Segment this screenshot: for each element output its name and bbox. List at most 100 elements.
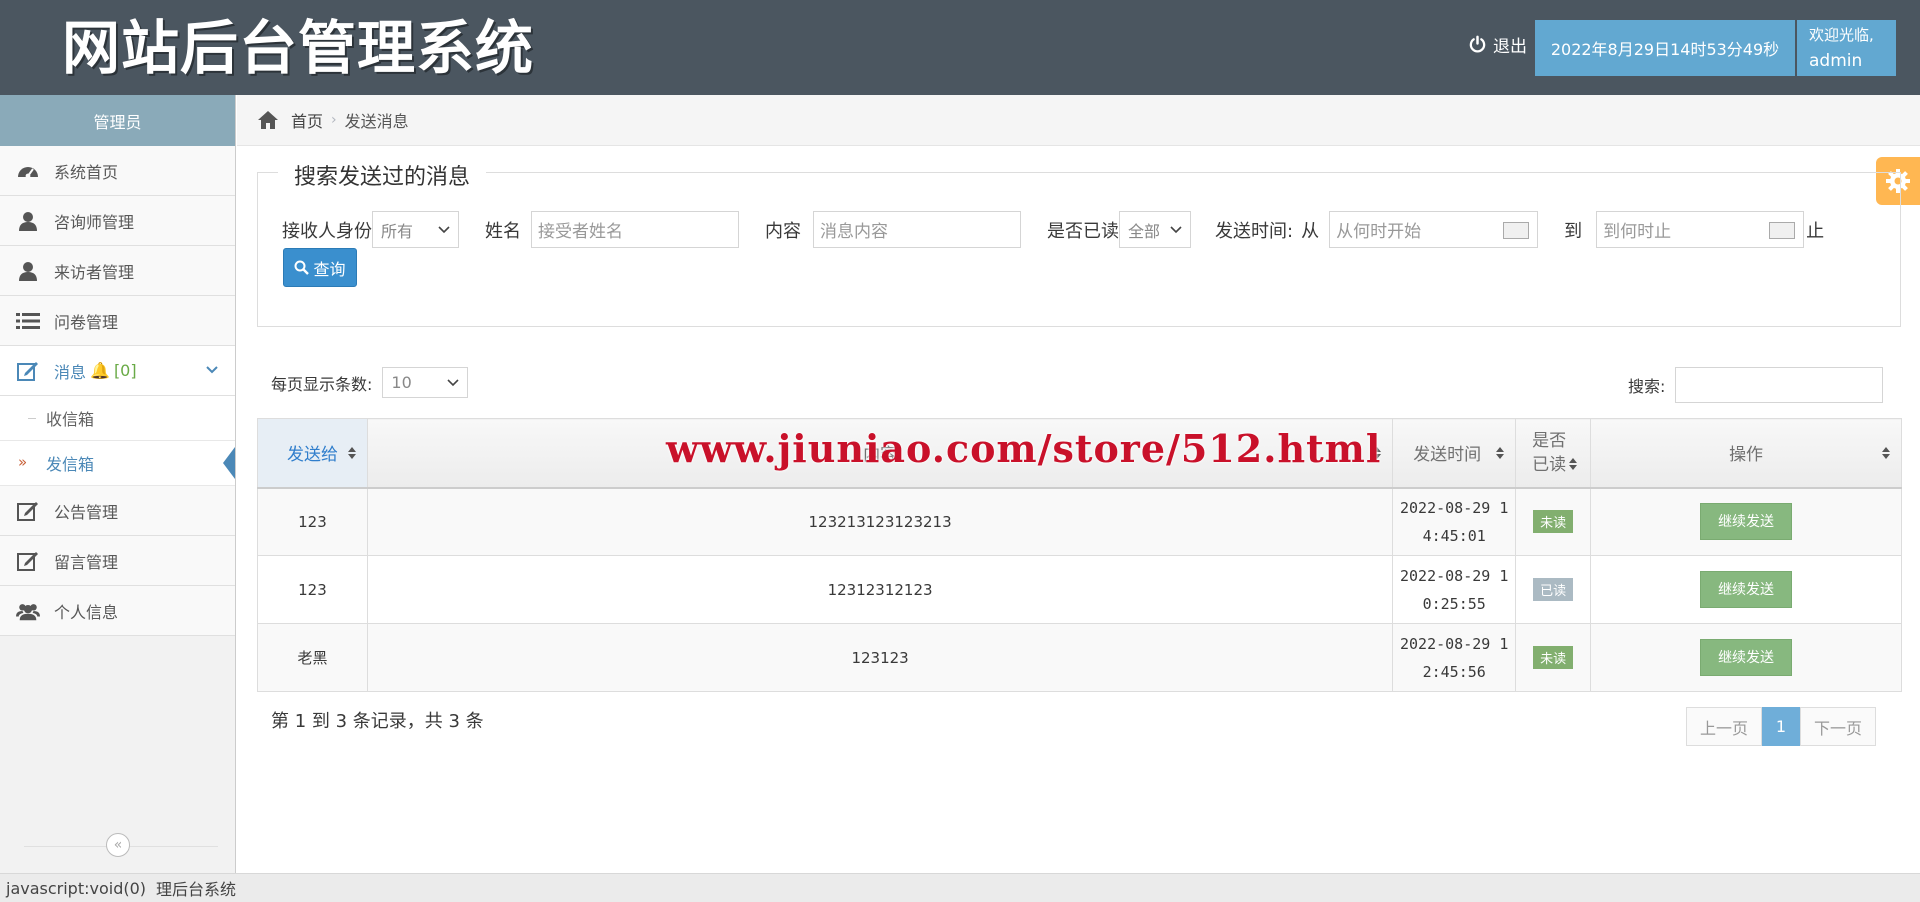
- resend-button[interactable]: 继续发送: [1700, 639, 1793, 676]
- sidebar-item-surveys[interactable]: 问卷管理: [0, 296, 235, 346]
- sort-icon: [347, 447, 356, 459]
- start-date-input[interactable]: 从何时开始: [1329, 211, 1539, 248]
- table-header-row: 发送给 内容 发送时间 是否已读 操作: [257, 418, 1902, 489]
- table-row: 老黑 123123 2022-08-29 1 2:45:56 未读 继续发送: [257, 623, 1902, 692]
- role-select-value: 所有: [381, 221, 414, 241]
- cell-send-time: 2022-08-29 1 2:45:56: [1392, 623, 1517, 692]
- table-row: 123 123213123123213 2022-08-29 1 4:45:01 …: [257, 487, 1902, 556]
- search-panel-title: 搜索发送过的消息: [278, 159, 487, 191]
- table-search-input[interactable]: [1675, 367, 1884, 403]
- cell-content: 123123: [366, 623, 1394, 692]
- time-part: 4:45:01: [1422, 526, 1486, 545]
- logout-button[interactable]: 退出: [1468, 32, 1527, 57]
- logout-label: 退出: [1493, 37, 1527, 57]
- sidebar-item-label: 来访者管理: [54, 262, 135, 282]
- records-summary: 第 1 到 3 条记录，共 3 条: [271, 711, 484, 732]
- sidebar-item-messages[interactable]: 消息 🔔 [0]: [0, 346, 235, 396]
- sidebar-item-dashboard[interactable]: 系统首页: [0, 146, 235, 196]
- time-part: 2022-08-29 1: [1400, 566, 1509, 585]
- sidebar-subitem-inbox[interactable]: 收信箱: [0, 396, 235, 441]
- page-size-value: 10: [391, 373, 412, 392]
- status-link: javascript:void(0): [6, 878, 147, 898]
- sidebar-item-visitors[interactable]: 来访者管理: [0, 246, 235, 296]
- cell-recipient: 123: [257, 555, 368, 624]
- resend-button[interactable]: 继续发送: [1700, 571, 1793, 608]
- name-label: 姓名: [485, 220, 521, 242]
- read-status-label: 是否已读: [1047, 220, 1119, 242]
- sidebar-subitem-outbox[interactable]: » 发信箱: [0, 441, 235, 486]
- app-title: 网站后台管理系统: [62, 14, 535, 82]
- start-date-placeholder: 从何时开始: [1336, 222, 1422, 242]
- active-indicator: [223, 447, 235, 479]
- column-header-content[interactable]: 内容: [366, 418, 1394, 489]
- sidebar: 管理员 系统首页 咨询师管理 来访者管理 问卷管理 消息 🔔 [0] 收信箱 »…: [0, 95, 236, 873]
- breadcrumb: 首页 › 发送消息: [237, 95, 1920, 146]
- calendar-icon[interactable]: [1769, 222, 1796, 239]
- sidebar-subitem-label: 收信箱: [46, 410, 95, 429]
- sidebar-item-counselors[interactable]: 咨询师管理: [0, 196, 235, 246]
- role-select[interactable]: 所有: [372, 211, 459, 248]
- user-icon: [16, 211, 40, 231]
- column-header-actions[interactable]: 操作: [1590, 418, 1902, 489]
- cell-read-status: 未读: [1515, 623, 1592, 692]
- cell-recipient: 123: [257, 487, 368, 556]
- time-part: 0:25:55: [1422, 594, 1486, 613]
- resend-button[interactable]: 继续发送: [1700, 503, 1793, 541]
- current-datetime: 2022年8月29日14时53分49秒: [1535, 20, 1795, 76]
- content-input[interactable]: 消息内容: [813, 211, 1021, 248]
- column-header-send-time[interactable]: 发送时间: [1392, 418, 1517, 489]
- user-icon: [16, 261, 40, 281]
- sidebar-item-guestbook[interactable]: 留言管理: [0, 536, 235, 586]
- sort-icon: [1569, 458, 1578, 470]
- edit-icon: [16, 361, 40, 381]
- user-menu[interactable]: 欢迎光临, admin: [1797, 20, 1896, 76]
- cell-actions: 继续发送: [1590, 555, 1902, 624]
- page-1-button[interactable]: 1: [1762, 707, 1800, 746]
- sidebar-item-label: 公告管理: [54, 502, 119, 522]
- end-date-input[interactable]: 到何时止: [1596, 211, 1805, 248]
- edit-icon: [16, 551, 40, 571]
- chevron-down-icon: [206, 366, 218, 374]
- collapse-sidebar-button[interactable]: «: [106, 833, 130, 857]
- cell-read-status: 已读: [1515, 555, 1592, 624]
- column-header-read-status[interactable]: 是否已读: [1515, 418, 1592, 489]
- prev-page-button[interactable]: 上一页: [1686, 707, 1762, 746]
- cell-actions: 继续发送: [1590, 623, 1902, 692]
- name-input[interactable]: 接受者姓名: [531, 211, 739, 248]
- sort-icon: [1373, 447, 1382, 459]
- status-badge: 已读: [1533, 578, 1574, 601]
- chevron-down-icon: [438, 225, 450, 233]
- message-count-badge: [0]: [113, 361, 137, 380]
- page-size-select[interactable]: 10: [382, 367, 469, 398]
- column-header-label: 发送时间: [1413, 445, 1482, 466]
- sidebar-item-label: 咨询师管理: [54, 212, 135, 232]
- welcome-text: 欢迎光临,: [1809, 26, 1874, 44]
- messages-table: 发送给 内容 发送时间 是否已读 操作 123 123213123123213 …: [257, 418, 1902, 692]
- sidebar-item-profile[interactable]: 个人信息: [0, 586, 235, 636]
- sort-icon: [1882, 447, 1890, 459]
- column-header-recipient[interactable]: 发送给: [257, 418, 368, 489]
- sidebar-item-label: 系统首页: [54, 162, 119, 182]
- read-status-select[interactable]: 全部: [1119, 211, 1191, 248]
- page-size-control: 每页显示条数: 10: [271, 367, 469, 398]
- sidebar-item-label: 留言管理: [54, 552, 119, 572]
- query-button[interactable]: 查询: [283, 248, 357, 287]
- status-badge: 未读: [1533, 510, 1574, 534]
- next-page-button[interactable]: 下一页: [1800, 707, 1876, 746]
- content-label: 内容: [765, 220, 801, 242]
- sidebar-item-announcements[interactable]: 公告管理: [0, 486, 235, 536]
- from-label: 从: [1301, 220, 1320, 242]
- calendar-icon[interactable]: [1503, 222, 1530, 239]
- sidebar-collapse: «: [0, 821, 236, 873]
- sidebar-item-label: 问卷管理: [54, 312, 119, 332]
- double-chevron-right-icon: »: [18, 453, 28, 471]
- tree-connector: [28, 418, 36, 419]
- status-badge: 未读: [1533, 646, 1574, 669]
- chevron-down-icon: [1170, 225, 1182, 233]
- query-button-label: 查询: [313, 259, 346, 279]
- breadcrumb-home-link[interactable]: 首页: [291, 108, 323, 132]
- time-part: 2:45:56: [1422, 662, 1486, 681]
- cell-recipient: 老黑: [257, 623, 368, 692]
- table-search-label: 搜索:: [1628, 377, 1666, 396]
- power-icon: [1469, 35, 1486, 53]
